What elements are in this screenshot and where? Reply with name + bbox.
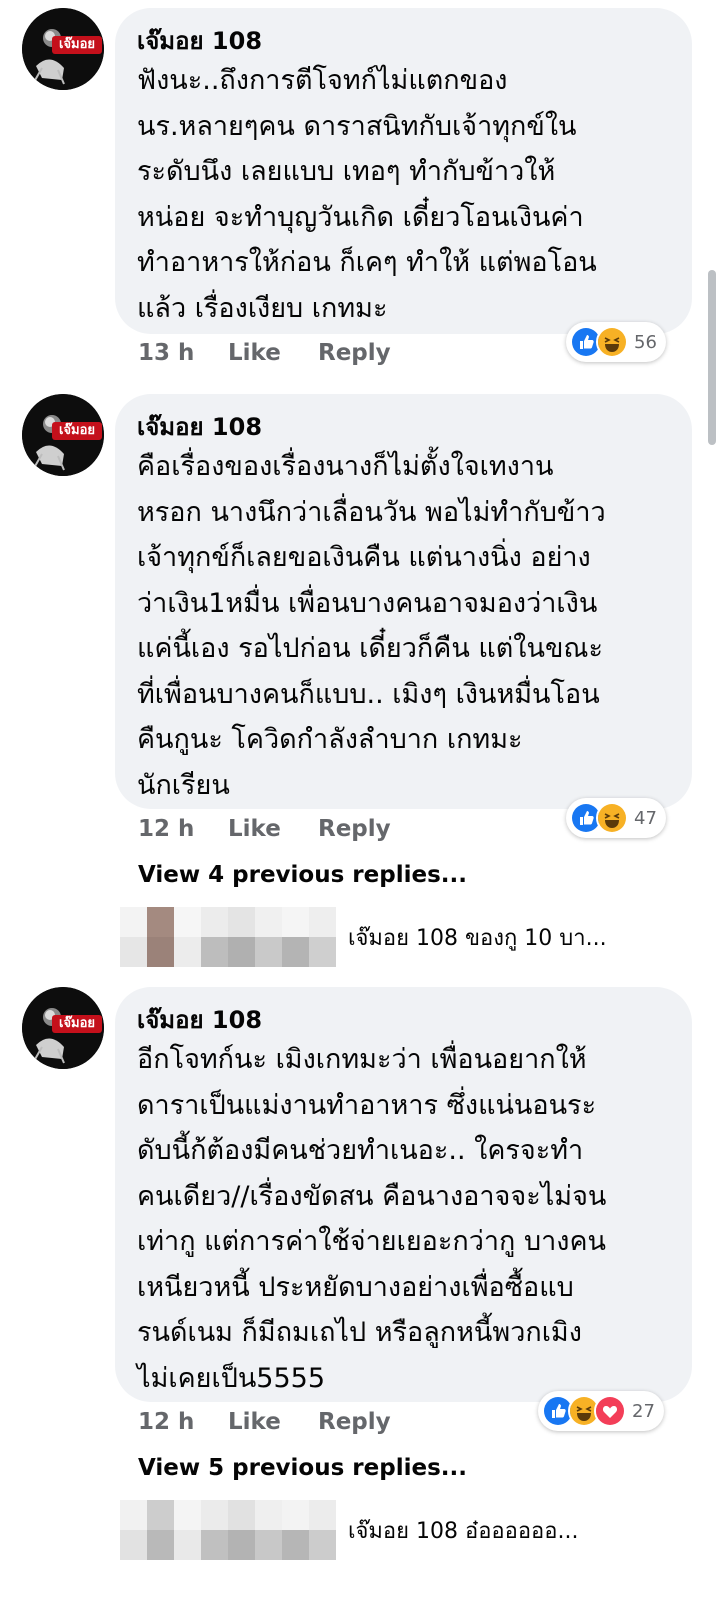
comment-author[interactable]: เจ๊มอย 108 xyxy=(137,26,668,56)
reaction-count: 47 xyxy=(634,807,657,829)
avatar[interactable]: เจ๊มอย xyxy=(22,8,104,90)
comment-bubble[interactable]: เจ๊มอย 108 ฟังนะ..ถึงการตีโจทก์ไม่แตกของ… xyxy=(115,8,692,334)
reaction-summary[interactable]: 47 xyxy=(566,798,666,838)
comment-actions: 12 h Like Reply xyxy=(138,812,391,846)
comment-timestamp[interactable]: 12 h xyxy=(138,1409,228,1435)
comment-actions: 13 h Like Reply xyxy=(138,336,391,370)
comment-timestamp[interactable]: 12 h xyxy=(138,816,228,842)
like-button[interactable]: Like xyxy=(228,816,318,842)
comment-author[interactable]: เจ๊มอย 108 xyxy=(137,412,668,442)
love-icon xyxy=(594,1395,626,1427)
avatar-label: เจ๊มอย xyxy=(52,1015,102,1033)
haha-icon xyxy=(596,326,628,358)
reply-button[interactable]: Reply xyxy=(318,1409,391,1435)
reply-preview-text: เจ๊มอย 108 ของกู 10 บา... xyxy=(348,925,607,951)
avatar[interactable]: เจ๊มอย xyxy=(22,987,104,1069)
comment-bubble[interactable]: เจ๊มอย 108 อีกโจทก์นะ เมิงเกทมะว่า เพื่อ… xyxy=(115,987,692,1402)
comment-author[interactable]: เจ๊มอย 108 xyxy=(137,1005,668,1035)
comment-text: คือเรื่องของเรื่องนางก็ไม่ตั้งใจเทงาน หร… xyxy=(137,451,606,801)
haha-icon xyxy=(596,802,628,834)
reply-button[interactable]: Reply xyxy=(318,816,391,842)
reaction-count: 56 xyxy=(634,331,657,353)
avatar-label: เจ๊มอย xyxy=(52,36,102,54)
blurred-avatar xyxy=(120,1500,336,1560)
view-previous-replies-link[interactable]: View 4 previous replies... xyxy=(138,862,467,888)
comment-bubble[interactable]: เจ๊มอย 108 คือเรื่องของเรื่องนางก็ไม่ตั้… xyxy=(115,394,692,809)
comment-timestamp[interactable]: 13 h xyxy=(138,340,228,366)
reply-preview[interactable]: เจ๊มอย 108 ของกู 10 บา... xyxy=(120,907,607,967)
comment-actions: 12 h Like Reply xyxy=(138,1405,391,1439)
reaction-summary[interactable]: 27 xyxy=(538,1391,664,1431)
reply-preview[interactable]: เจ๊มอย 108 อ๋ออออออ... xyxy=(120,1500,578,1560)
avatar[interactable]: เจ๊มอย xyxy=(22,394,104,476)
comment-text: ฟังนะ..ถึงการตีโจทก์ไม่แตกของ นร.หลายๆคน… xyxy=(137,65,597,324)
reaction-summary[interactable]: 56 xyxy=(566,322,666,362)
view-previous-replies-link[interactable]: View 5 previous replies... xyxy=(138,1455,467,1481)
reaction-count: 27 xyxy=(632,1400,655,1422)
avatar-label: เจ๊มอย xyxy=(52,422,102,440)
reply-preview-text: เจ๊มอย 108 อ๋ออออออ... xyxy=(348,1518,579,1544)
reply-button[interactable]: Reply xyxy=(318,340,391,366)
blurred-avatar xyxy=(120,907,336,967)
like-button[interactable]: Like xyxy=(228,340,318,366)
scrollbar[interactable] xyxy=(708,270,716,445)
like-button[interactable]: Like xyxy=(228,1409,318,1435)
comment-text: อีกโจทก์นะ เมิงเกทมะว่า เพื่อนอยากให้ ดา… xyxy=(137,1044,607,1394)
